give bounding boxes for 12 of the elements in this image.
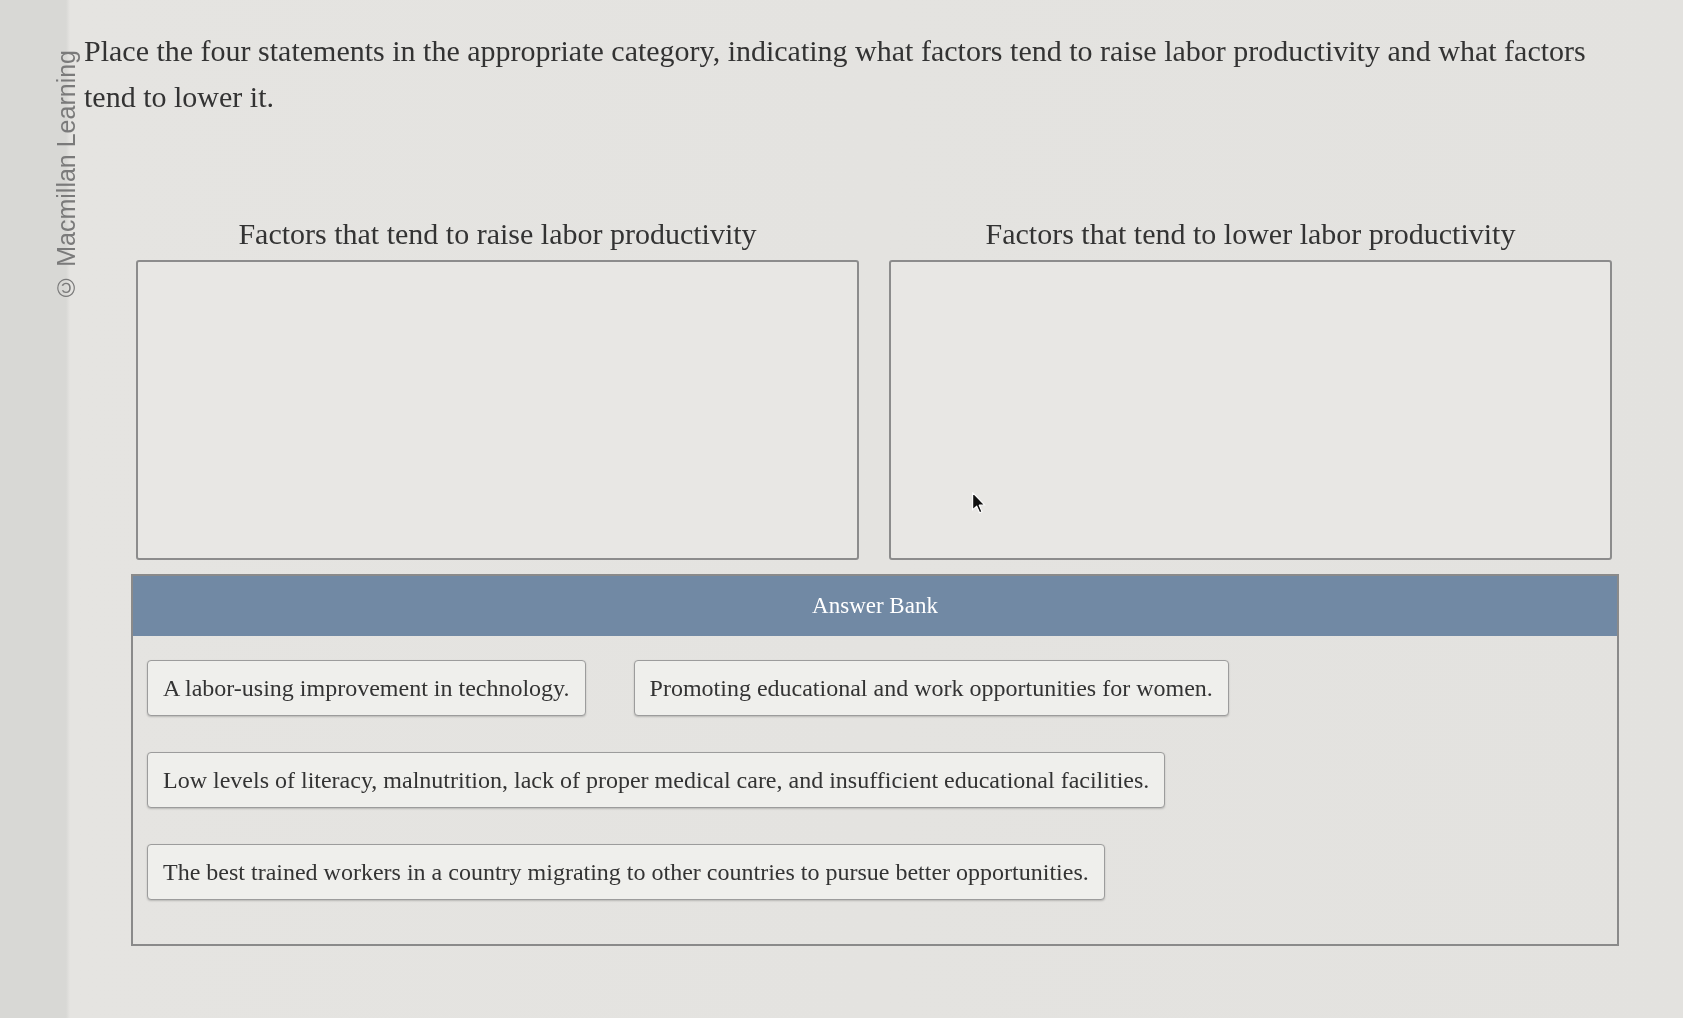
statement-chip[interactable]: Promoting educational and work opportunities for women. <box>633 660 1229 716</box>
cursor-icon <box>972 492 986 514</box>
category-heading: Factors that tend to lower labor productivity <box>984 216 1517 252</box>
answer-bank-header: Answer Bank <box>133 576 1617 636</box>
instructions-text: Place the four statements in the appropriate category, indicating what factors tend to raise labor productivity and what factors tend to lower it. <box>84 33 1587 115</box>
drop-zone[interactable] <box>136 260 859 560</box>
statement-chip[interactable]: The best trained workers in a country migrating to other countries to pursue better opportunities. <box>147 844 1105 900</box>
category-heading: Factors that tend to raise labor productivity <box>237 216 758 252</box>
copyright-credit: © Macmillan Learning <box>52 50 80 302</box>
statement-chip[interactable]: A labor-using improvement in technology. <box>147 660 586 716</box>
drop-zone[interactable] <box>889 260 1612 560</box>
statement-chip[interactable]: Low levels of literacy, malnutrition, lack of proper medical care, and insufficient educational facilities. <box>147 752 1166 808</box>
